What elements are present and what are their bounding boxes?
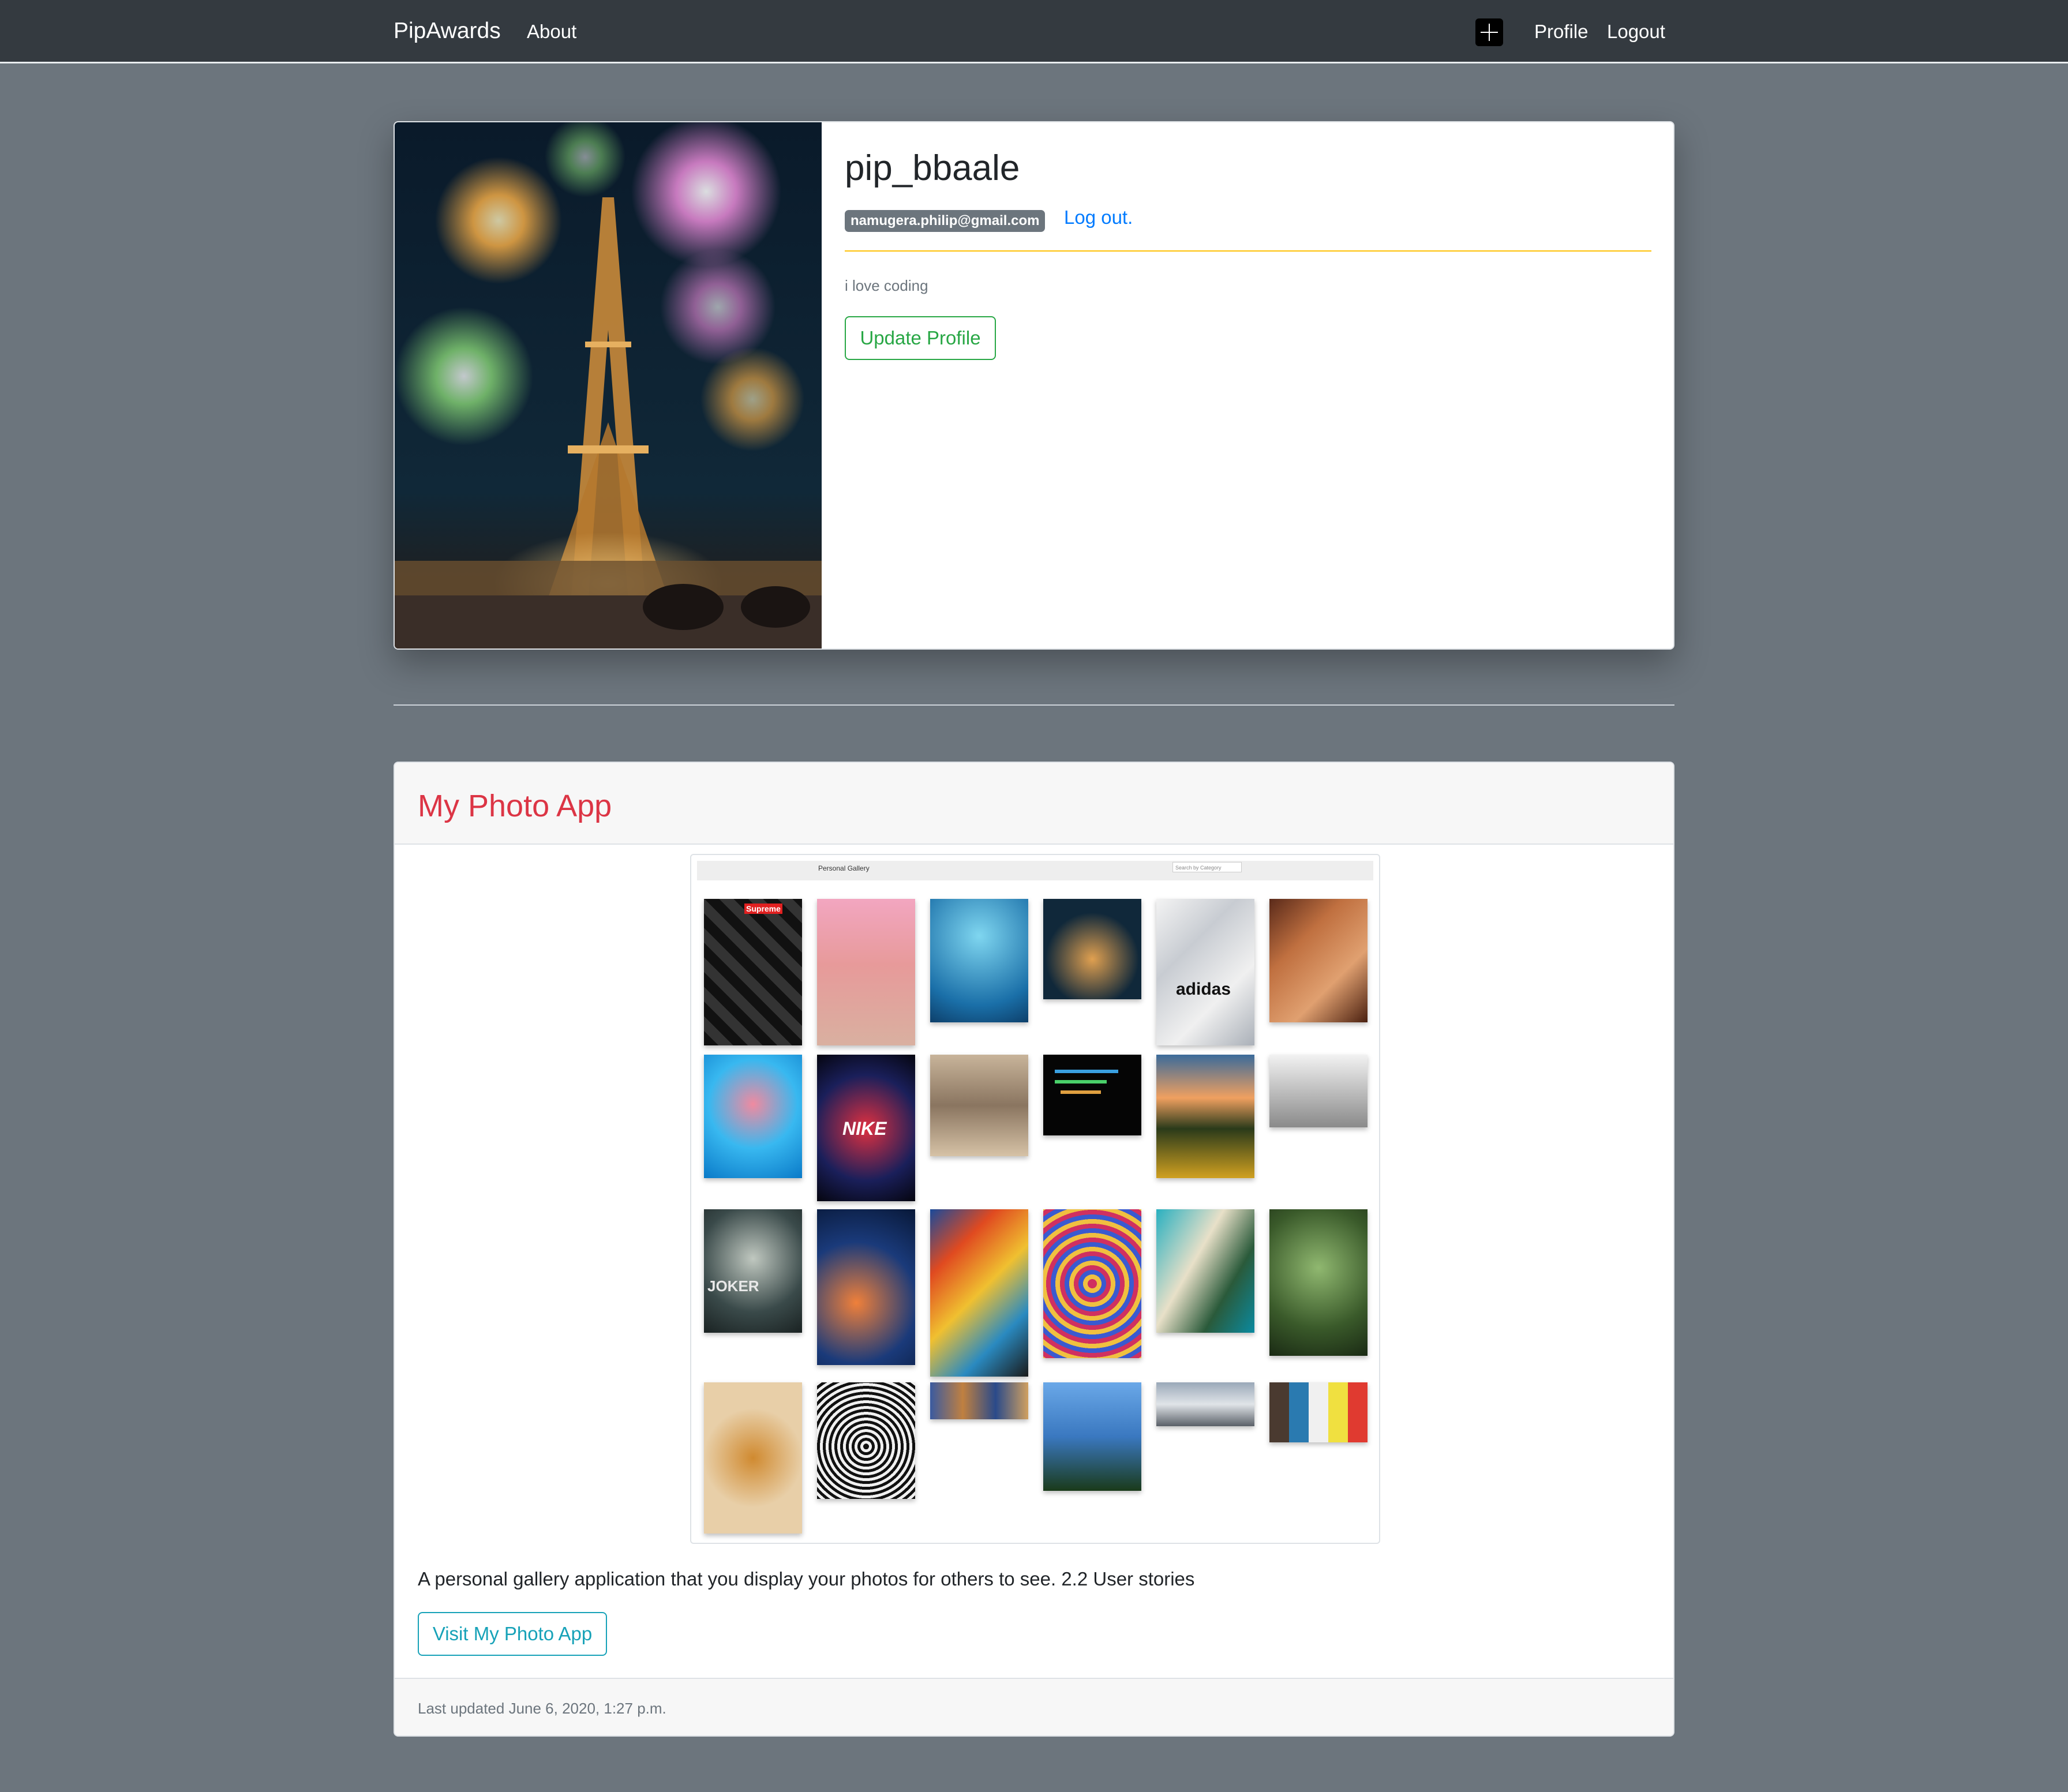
code-snippet xyxy=(1061,1090,1101,1094)
gallery-thumbnail xyxy=(1156,1055,1254,1178)
gallery-thumbnail: NIKE xyxy=(817,1055,915,1201)
gallery-thumbnail xyxy=(1043,899,1141,999)
project-card-header: My Photo App xyxy=(395,763,1673,845)
profile-bio: i love coding xyxy=(845,277,928,294)
thumbnail-label: adidas xyxy=(1176,980,1231,999)
profile-username: pip_bbaale xyxy=(845,148,1020,188)
last-updated-text: Last updated June 6, 2020, 1:27 p.m. xyxy=(418,1700,666,1717)
project-screenshot: Personal Gallery Search by Category Supr… xyxy=(690,854,1380,1544)
project-description: A personal gallery application that you … xyxy=(418,1568,1195,1589)
gallery-thumbnail xyxy=(1269,1382,1368,1442)
gallery-thumbnail xyxy=(930,1382,1028,1419)
gallery-thumbnail xyxy=(1269,899,1368,1022)
profile-card: pip_bbaale namugera.philip@gmail.com Log… xyxy=(394,121,1674,650)
nav-logout-link[interactable]: Logout xyxy=(1607,21,1665,43)
gallery-thumbnail xyxy=(817,1382,915,1499)
screenshot-header-bar xyxy=(697,861,1373,880)
gallery-thumbnail xyxy=(930,1209,1028,1377)
code-snippet xyxy=(1055,1080,1107,1084)
section-divider xyxy=(394,704,1674,706)
gallery-thumbnail: Supreme xyxy=(704,899,802,1045)
gallery-thumbnail xyxy=(930,899,1028,1022)
thumbnail-label: JOKER xyxy=(707,1277,759,1295)
gallery-thumbnail xyxy=(1269,1055,1368,1127)
update-profile-button[interactable]: Update Profile xyxy=(845,316,996,360)
gallery-thumbnail xyxy=(1269,1209,1368,1356)
email-badge: namugera.philip@gmail.com xyxy=(845,210,1046,232)
screenshot-header-title: Personal Gallery xyxy=(818,864,870,872)
gallery-thumbnail xyxy=(1156,1209,1254,1333)
gallery-thumbnail xyxy=(817,1209,915,1365)
screenshot-search-input: Search by Category xyxy=(1172,862,1242,872)
gallery-thumbnail xyxy=(817,899,915,1045)
plus-square-icon[interactable] xyxy=(1475,18,1503,46)
top-navbar: PipAwards About Profile Logout xyxy=(0,0,2068,63)
gallery-thumbnail: adidas xyxy=(1156,899,1254,1045)
gallery-thumbnail xyxy=(1156,1382,1254,1426)
nav-profile-link[interactable]: Profile xyxy=(1534,21,1589,43)
brand-link[interactable]: PipAwards xyxy=(394,18,501,44)
thumbnail-label: NIKE xyxy=(842,1118,887,1139)
gallery-thumbnail xyxy=(704,1055,802,1178)
visit-project-button[interactable]: Visit My Photo App xyxy=(418,1612,607,1656)
gallery-thumbnail xyxy=(1043,1055,1141,1135)
project-card: My Photo App Personal Gallery Search by … xyxy=(394,762,1674,1737)
gallery-thumbnail xyxy=(930,1055,1028,1156)
profile-photo xyxy=(395,122,822,648)
thumbnail-label: Supreme xyxy=(744,904,782,914)
gallery-thumbnail: JOKER xyxy=(704,1209,802,1333)
gallery-thumbnail xyxy=(1043,1382,1141,1491)
nav-about-link[interactable]: About xyxy=(527,21,576,43)
code-snippet xyxy=(1055,1070,1118,1073)
profile-logout-link[interactable]: Log out. xyxy=(1064,207,1133,228)
gallery-thumbnail xyxy=(704,1382,802,1534)
project-title: My Photo App xyxy=(418,789,612,823)
project-card-footer: Last updated June 6, 2020, 1:27 p.m. xyxy=(395,1678,1673,1735)
gallery-thumbnail xyxy=(1043,1209,1141,1358)
profile-divider xyxy=(845,250,1651,252)
